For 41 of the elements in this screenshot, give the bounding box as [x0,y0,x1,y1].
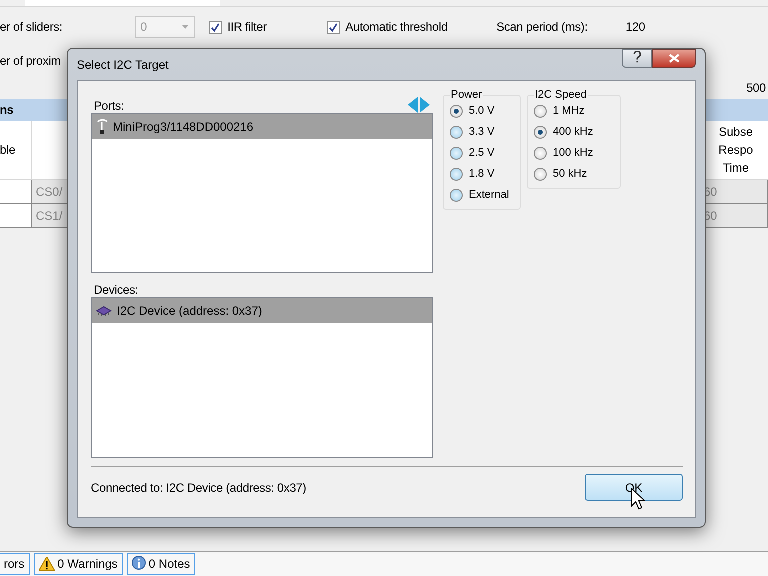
checkbox[interactable] [208,20,222,34]
radio-option[interactable]: 1.8 V [450,166,514,182]
checkbox-label: IIR filter [228,20,267,34]
info-icon [132,556,146,572]
radio-option[interactable]: 1 MHz [534,103,614,119]
radio-option[interactable]: 5.0 V [450,103,514,119]
status-filter-button[interactable]: 0 Notes [126,553,196,575]
group-label: Power [450,89,484,101]
section-title: ns [0,103,14,117]
radio-option[interactable]: 400 kHz [534,124,614,140]
list-label: Ports: [94,99,124,113]
list-item[interactable]: I2C Device (address: 0x37) [92,298,432,323]
radio-option[interactable]: 100 kHz [534,145,614,161]
checkbox[interactable] [326,20,340,34]
close-button[interactable] [652,49,696,68]
field-label: Scan period (ms): [496,20,588,34]
radio-option[interactable]: External [450,187,514,203]
probe-icon [96,118,108,134]
table-cell [0,204,32,228]
help-button[interactable] [622,49,652,68]
field-label: er of sliders: [0,20,63,34]
slider-value: 500 [746,81,766,95]
radio-option[interactable]: 50 kHz [534,166,614,182]
group-label: I2C Speed [534,89,588,101]
list-item[interactable]: MiniProg3/1148DD000216 [92,114,432,139]
radio-option[interactable]: 2.5 V [450,145,514,161]
status-filter-button[interactable]: rors [0,553,30,575]
chip-icon [96,304,112,316]
close-icon [668,54,680,63]
column-header: ble [0,143,16,157]
checkbox-label: Automatic threshold [346,20,448,34]
radio-option[interactable]: 3.3 V [450,124,514,140]
list-label: Devices: [94,283,138,297]
help-icon [632,51,642,63]
field-value: 120 [626,20,646,34]
status-filter-button[interactable]: 0 Warnings [34,553,123,575]
connection-status: Connected to: I2C Device (address: 0x37) [91,480,306,494]
dialog-title: Select I2C Target [77,58,169,72]
warning-icon [38,557,55,571]
field-label: er of proxim [0,54,61,68]
caret-icon [182,25,189,29]
